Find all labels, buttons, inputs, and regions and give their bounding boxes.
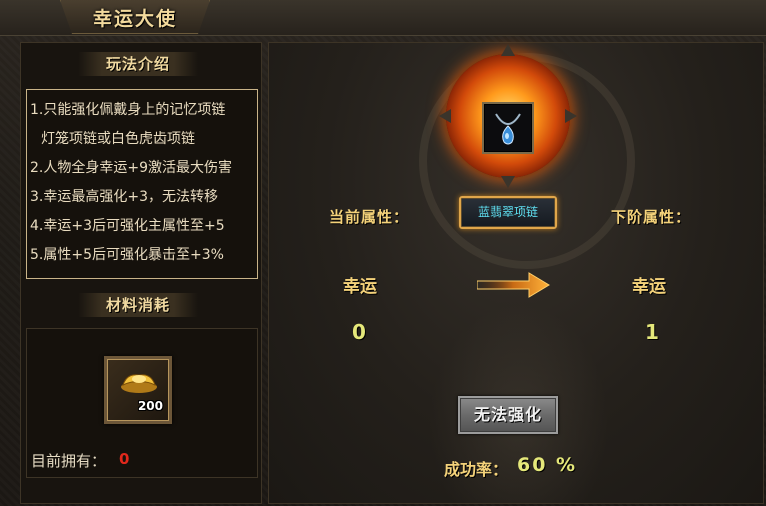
arrow-right-icon [477,272,550,298]
current-attr-label: 当前属性： [329,208,410,226]
window-frame: 幸运大使 玩法介绍 1.只能强化佩戴身上的记忆项链 灯笼项链或白色虎齿项链 2.… [0,0,766,506]
owned-label: 目前拥有： [31,452,107,470]
orb-spike [501,44,515,56]
rule-line-3: 3.幸运最高强化+3，无法转移 [30,189,218,205]
orb-spike [501,176,515,188]
blue-necklace-icon [495,113,521,145]
rule-line-1b: 灯笼项链或白色虎齿项链 [41,131,195,147]
success-rate-label: 成功率： [444,460,509,479]
equipped-item-slot[interactable] [482,102,534,154]
rule-line-1: 1.只能强化佩戴身上的记忆项链 [30,102,226,118]
current-stat-name: 幸运 [343,277,377,297]
next-stat-name: 幸运 [632,277,666,297]
next-attr-label: 下阶属性： [611,208,692,226]
material-item-slot[interactable]: 200 [104,356,172,424]
gold-ingot-icon [121,374,157,393]
rule-line-2: 2.人物全身幸运+9激活最大伤害 [30,160,232,176]
rule-line-4: 4.幸运+3后可强化主属性至+5 [30,218,225,234]
material-count: 200 [137,399,163,413]
rules-box: 1.只能强化佩戴身上的记忆项链 灯笼项链或白色虎齿项链 2.人物全身幸运+9激活… [26,89,258,279]
owned-value: 0 [119,450,130,468]
orb-spike [439,109,451,123]
window-title: 幸运大使 [92,8,177,30]
upgrade-button[interactable]: 无法强化 [458,396,558,434]
orb-spike [565,109,577,123]
next-stat-value: 1 [645,320,659,344]
rules-header: 玩法介绍 [78,52,198,76]
rule-line-5: 5.属性+5后可强化暴击至+3% [30,247,224,263]
success-rate-value: 60 % [517,454,578,476]
current-stat-value: 0 [352,320,366,344]
materials-header: 材料消耗 [78,293,198,317]
equipped-item-name[interactable]: 蓝翡翠项链 [459,196,557,229]
